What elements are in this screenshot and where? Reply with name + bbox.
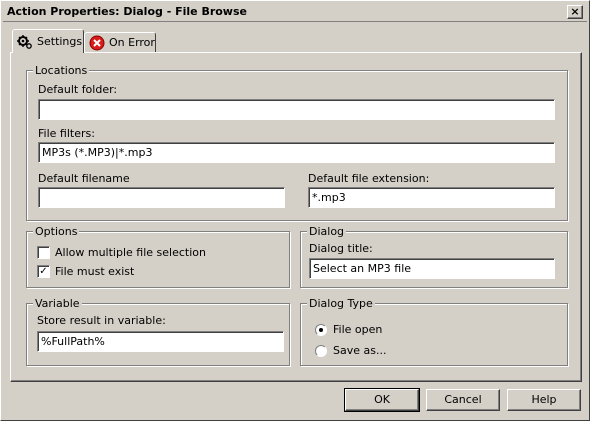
error-icon xyxy=(89,35,105,51)
file-filters-input[interactable] xyxy=(38,142,555,163)
variable-legend: Variable xyxy=(33,297,82,310)
action-properties-window: Action Properties: Dialog - File Browse … xyxy=(0,0,590,421)
default-filename-input[interactable] xyxy=(38,187,285,208)
default-filename-label: Default filename xyxy=(38,172,130,185)
file-must-exist-label: File must exist xyxy=(55,265,135,278)
tab-on-error-label: On Error xyxy=(109,36,155,49)
ok-button[interactable]: OK xyxy=(344,388,420,412)
default-folder-label: Default folder: xyxy=(38,83,118,96)
allow-multiple-label: Allow multiple file selection xyxy=(55,246,206,259)
save-as-radio[interactable]: Save as... xyxy=(315,344,386,357)
file-open-label: File open xyxy=(333,323,383,336)
options-group: Options Allow multiple file selection ✓ … xyxy=(26,225,290,288)
file-filters-label: File filters: xyxy=(38,127,95,140)
dialog-title-input[interactable] xyxy=(309,258,555,279)
store-variable-input[interactable] xyxy=(37,331,284,352)
save-as-radio-dot[interactable] xyxy=(315,344,327,357)
save-as-label: Save as... xyxy=(333,344,387,357)
locations-group: Locations Default folder: File filters: … xyxy=(26,64,568,221)
file-open-radio-dot[interactable] xyxy=(315,323,327,336)
window-title: Action Properties: Dialog - File Browse xyxy=(7,5,247,18)
locations-legend: Locations xyxy=(33,64,90,77)
dialog-legend: Dialog xyxy=(307,225,347,238)
dialog-group: Dialog Dialog title: xyxy=(300,225,568,288)
settings-panel: Locations Default folder: File filters: … xyxy=(10,52,582,382)
file-must-exist-box[interactable]: ✓ xyxy=(37,265,50,278)
allow-multiple-box[interactable] xyxy=(37,246,50,259)
file-must-exist-checkbox[interactable]: ✓ File must exist xyxy=(37,265,134,278)
dialog-title-label: Dialog title: xyxy=(309,242,373,255)
options-legend: Options xyxy=(33,225,80,238)
help-button[interactable]: Help xyxy=(507,389,581,411)
variable-group: Variable Store result in variable: xyxy=(26,297,290,366)
close-button[interactable]: × xyxy=(567,5,583,19)
default-folder-input[interactable] xyxy=(38,99,555,120)
default-extension-label: Default file extension: xyxy=(308,172,430,185)
gear-icon xyxy=(17,34,33,50)
tab-settings[interactable]: Settings xyxy=(12,29,84,53)
default-extension-input[interactable] xyxy=(308,187,555,208)
cancel-button[interactable]: Cancel xyxy=(426,389,500,411)
store-variable-label: Store result in variable: xyxy=(37,314,166,327)
tab-on-error[interactable]: On Error xyxy=(84,32,156,52)
dialog-type-group: Dialog Type File open Save as... xyxy=(300,297,568,366)
tab-settings-label: Settings xyxy=(37,35,83,48)
dialog-type-legend: Dialog Type xyxy=(307,297,375,310)
title-bar: Action Properties: Dialog - File Browse … xyxy=(3,3,587,22)
allow-multiple-checkbox[interactable]: Allow multiple file selection xyxy=(37,246,206,259)
file-open-radio[interactable]: File open xyxy=(315,323,382,336)
